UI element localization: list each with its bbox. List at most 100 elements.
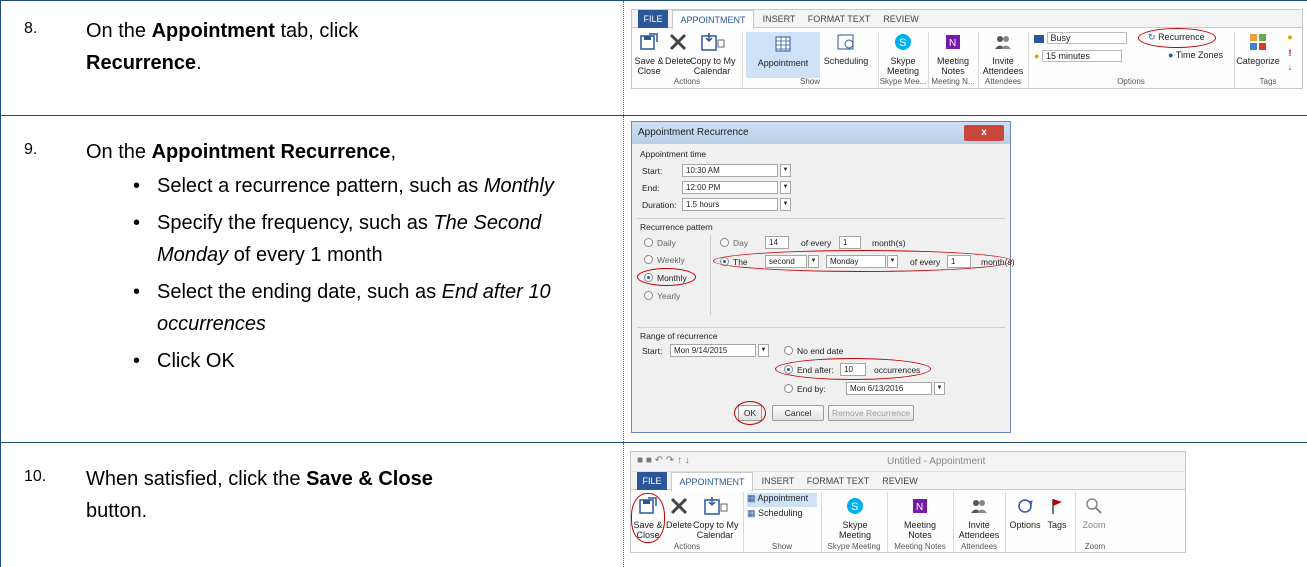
tab-format-text[interactable]: FORMAT TEXT [804,10,874,28]
text: button. [86,500,148,522]
copy-to-calendar-label: Copy to My Calendar [690,56,736,76]
invite-attendees-label: Invite Attendees [982,56,1024,76]
delete-button[interactable]: Delete [665,496,693,530]
step-row-8: 8. On the Appointment tab, click Recurre… [0,0,1307,115]
copy-to-calendar-button[interactable]: Copy to My Calendar [693,496,739,540]
day-label: Day [733,238,749,248]
save-close-button[interactable]: Save & Close [634,32,664,76]
group-label: Show [799,77,820,86]
tags-label: Tags [1047,520,1067,530]
calendar-copy-icon [701,33,725,51]
tab-format-text[interactable]: FORMAT TEXT [803,472,873,490]
zoom-button[interactable]: Zoom [1079,496,1109,530]
private-lock-icon[interactable]: ● [1282,32,1298,42]
range-start-field[interactable]: Mon 9/14/2015 [670,344,756,357]
appointment-label: Appointment [757,493,809,503]
appointment-view-button[interactable]: Appointment [746,32,820,78]
outlook-ribbon-screenshot: FILE APPOINTMENT INSERT FORMAT TEXT REVI… [631,9,1303,89]
high-importance-icon[interactable]: ! [1282,48,1298,58]
chevron-down-icon[interactable]: ▼ [758,344,769,357]
close-button[interactable]: x [964,125,1004,141]
text: On the [86,141,152,163]
meeting-notes-button[interactable]: N Meeting Notes [932,32,974,76]
end-by-field[interactable]: Mon 6/13/2016 [846,382,932,395]
step-10-image-cell: ■ ■ ↶ ↷ ↑ ↓ Untitled - Appointment FILE … [623,443,1307,567]
day-number-field[interactable]: 14 [765,236,789,249]
yearly-label: Yearly [657,291,681,301]
scheduling-button[interactable]: ▦ Scheduling [747,508,817,522]
skype-meeting-label: Skype Meeting [838,520,872,540]
divider [637,218,1005,219]
list-item: Select the ending date, such as End afte… [133,276,603,340]
invite-attendees-button[interactable]: Invite Attendees [955,496,1003,540]
tab-insert[interactable]: INSERT [757,472,799,490]
every-months-field[interactable]: 1 [839,236,861,249]
quick-access-icons: ■ ■ ↶ ↷ ↑ ↓ [637,455,690,466]
italic-text: Monthly [483,175,554,197]
list-item: Select a recurrence pattern, such as Mon… [133,170,603,202]
skype-meeting-button[interactable]: S Skype Meeting [882,32,924,76]
globe-icon: ● [1168,50,1174,60]
yearly-radio[interactable] [644,291,653,300]
tab-review[interactable]: REVIEW [878,10,924,28]
people-icon [995,36,1011,49]
appointment-view-button[interactable]: ▦ Appointment [747,493,817,507]
low-importance-icon[interactable]: ↓ [1282,62,1298,72]
options-button[interactable]: Options [1007,496,1043,530]
group-label: Show [771,542,792,551]
tab-file[interactable]: FILE [637,472,667,490]
highlight-circle [637,268,696,286]
invite-attendees-button[interactable]: Invite Attendees [982,32,1024,76]
text: tab, click [274,20,359,42]
text: of every 1 month [228,244,383,266]
remove-recurrence-button[interactable]: Remove Recurrence [828,405,914,421]
chevron-down-icon[interactable]: ▼ [780,164,791,177]
tags-button[interactable]: Tags [1043,496,1071,530]
tab-file[interactable]: FILE [638,10,668,28]
tab-insert[interactable]: INSERT [758,10,800,28]
scheduling-label: Scheduling [758,508,803,518]
scheduling-icon: ▦ [747,508,756,518]
save-close-label: Save & Close [634,56,664,76]
weekly-radio[interactable] [644,255,653,264]
daily-label: Daily [657,238,676,248]
step-9-instruction: On the Appointment Recurrence, [86,136,396,168]
chevron-down-icon[interactable]: ▼ [934,382,945,395]
delete-button[interactable]: Delete [664,32,692,66]
day-radio[interactable] [720,238,729,247]
group-label: Actions [673,77,701,86]
skype-meeting-button[interactable]: S Skype Meeting [825,496,885,540]
tab-review[interactable]: REVIEW [877,472,923,490]
meeting-notes-button[interactable]: N Meeting Notes [889,496,951,540]
reminder-value: 15 minutes [1041,50,1122,62]
cancel-button[interactable]: Cancel [772,405,824,421]
calendar-copy-icon [704,497,728,515]
skype-meeting-label: Skype Meeting [886,56,920,76]
scheduling-button[interactable]: Scheduling [820,32,872,66]
no-end-date-radio[interactable] [784,346,793,355]
group-label: Options [1117,77,1145,86]
daily-radio[interactable] [644,238,653,247]
reminder-dropdown[interactable]: ● 15 minutes [1034,50,1164,64]
outlook-ribbon-screenshot: ■ ■ ↶ ↷ ↑ ↓ Untitled - Appointment FILE … [630,451,1186,553]
text: When satisfied, click the [86,468,307,490]
ribbon-tabbar: FILE APPOINTMENT INSERT FORMAT TEXT REVI… [631,472,1185,491]
categorize-button[interactable]: Categorize [1236,32,1280,66]
svg-text:N: N [949,38,956,49]
duration-field[interactable]: 1.5 hours [682,198,778,211]
end-time-field[interactable]: 12:00 PM [682,181,778,194]
group-label: Attendees [984,77,1022,86]
chevron-down-icon[interactable]: ▼ [780,198,791,211]
time-zones-button[interactable]: ● Time Zones [1168,50,1228,64]
tab-appointment[interactable]: APPOINTMENT [671,472,753,491]
start-time-field[interactable]: 10:30 AM [682,164,778,177]
tab-appointment[interactable]: APPOINTMENT [672,10,754,29]
step-10-text-cell: 10. When satisfied, click the Save & Clo… [0,443,622,567]
end-by-radio[interactable] [784,384,793,393]
copy-to-calendar-button[interactable]: Copy to My Calendar [690,32,736,76]
months-label: month(s) [872,238,906,248]
weekly-label: Weekly [657,255,685,265]
chevron-down-icon[interactable]: ▼ [780,181,791,194]
save-close-icon [640,33,658,50]
meeting-notes-label: Meeting Notes [936,56,970,76]
